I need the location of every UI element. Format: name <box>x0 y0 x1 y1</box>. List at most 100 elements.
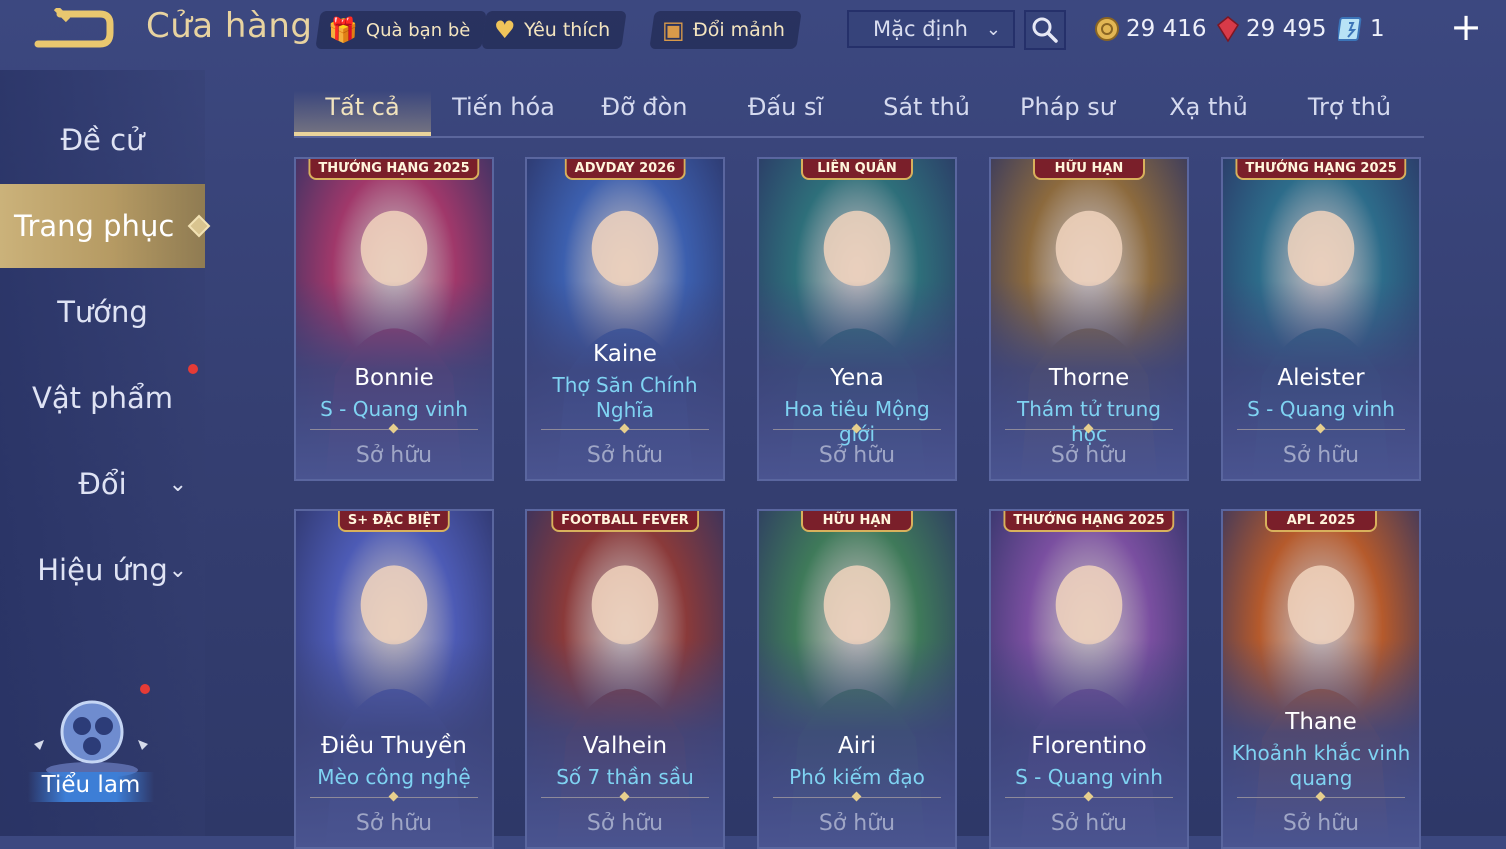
search-button[interactable] <box>1024 10 1066 50</box>
ticket-balance: 1 <box>1338 12 1385 46</box>
hero-name: Thorne <box>1048 365 1130 391</box>
sort-value: Mặc định <box>873 17 968 41</box>
sidebar-item-exchange[interactable]: Đổi ⌄ <box>0 442 205 526</box>
tab-tank[interactable]: Đỡ đòn <box>576 80 713 134</box>
card-divider <box>1237 429 1405 430</box>
tab-fighter[interactable]: Đấu sĩ <box>717 80 854 134</box>
sidebar-item-label: Tướng <box>57 295 148 329</box>
skin-tier-badge: ADVDAY 2026 <box>564 159 686 180</box>
tab-assassin[interactable]: Sát thủ <box>858 80 995 134</box>
tab-evolve[interactable]: Tiến hóa <box>435 80 572 134</box>
skin-name: Phó kiếm đạo <box>789 765 925 789</box>
tieu-lam-label: Tiểu lam <box>28 772 154 802</box>
friend-gift-button[interactable]: 🎁 Quà bạn bè <box>315 11 487 49</box>
owned-status: Sở hữu <box>818 443 896 468</box>
voucher-amount: 29 495 <box>1246 16 1327 42</box>
owned-status: Sở hữu <box>355 811 433 836</box>
skin-name: Số 7 thần sầu <box>556 765 694 789</box>
owned-status: Sở hữu <box>355 443 433 468</box>
hero-name: Florentino <box>1031 733 1147 759</box>
card-divider <box>541 797 709 798</box>
skin-card[interactable]: S+ ĐẶC BIỆT Điêu Thuyền Mèo công nghệ Sở hữ… <box>294 509 494 849</box>
card-divider <box>1005 429 1173 430</box>
heart-icon: ♥ <box>494 16 516 44</box>
sidebar-item-heroes[interactable]: Tướng <box>0 270 205 354</box>
gold-coin-icon <box>1095 17 1119 41</box>
ticket-amount: 1 <box>1370 16 1385 42</box>
skin-tier-badge: FOOTBALL FEVER <box>551 511 699 532</box>
sidebar-item-effects[interactable]: Hiệu ứng ⌄ <box>0 528 205 612</box>
skin-card[interactable]: FOOTBALL FEVER Valhein Số 7 thần sầu Sở hữu <box>525 509 725 849</box>
card-divider <box>1005 797 1173 798</box>
tab-support[interactable]: Trợ thủ <box>1281 80 1418 134</box>
skin-name: Mèo công nghệ <box>317 765 471 789</box>
hero-name: Valhein <box>582 733 668 759</box>
blue-orb-icon <box>34 700 148 778</box>
skin-name: S - Quang vinh <box>320 397 468 421</box>
top-bar: Cửa hàng 🎁 Quà bạn bè ♥ Yêu thích ▣ Đổi … <box>0 0 1506 62</box>
red-gem-icon <box>1217 16 1239 43</box>
favorite-label: Yêu thích <box>523 19 610 41</box>
skin-tier-badge: HỮU HẠN <box>801 511 913 532</box>
shard-chest-icon: ▣ <box>662 16 685 44</box>
sidebar-item-label: Đổi <box>78 467 127 501</box>
card-divider <box>773 429 941 430</box>
sort-dropdown[interactable]: Mặc định ⌄ <box>847 10 1015 48</box>
skin-card[interactable]: THƯỞNG HẠNG 2025 Florentino S - Quang vinh… <box>989 509 1189 849</box>
voucher-balance: 29 495 <box>1216 12 1326 46</box>
skin-card[interactable]: LIÊN QUÂN Yena Hoa tiêu Mộng giới Sở hữu <box>757 157 957 481</box>
favorite-button[interactable]: ♥ Yêu thích <box>481 11 627 49</box>
owned-status: Sở hữu <box>586 443 664 468</box>
chevron-down-icon: ⌄ <box>168 557 187 583</box>
card-divider <box>541 429 709 430</box>
skin-card[interactable]: THƯỞNG HẠNG 2025 Aleister S - Quang vinh Sở… <box>1221 157 1421 481</box>
skin-card[interactable]: THƯỞNG HẠNG 2025 Bonnie S - Quang vinh Sở h… <box>294 157 494 481</box>
tab-mage[interactable]: Pháp sư <box>999 80 1136 134</box>
owned-status: Sở hữu <box>586 811 664 836</box>
sidebar-item-label: Đề cử <box>60 123 145 157</box>
sidebar-item-items[interactable]: Vật phẩm <box>0 356 205 440</box>
hero-name: Aleister <box>1277 365 1365 391</box>
add-currency-button[interactable]: + <box>1447 8 1485 48</box>
tab-marksman[interactable]: Xạ thủ <box>1140 80 1277 134</box>
owned-status: Sở hữu <box>1282 443 1360 468</box>
blue-ticket-icon <box>1338 17 1362 41</box>
skin-tier-badge: APL 2025 <box>1265 511 1377 532</box>
exchange-shard-button[interactable]: ▣ Đổi mảnh <box>649 11 802 49</box>
tab-all[interactable]: Tất cả <box>294 80 431 136</box>
skin-name: Thợ Săn Chính Nghĩa <box>552 373 698 422</box>
gold-amount: 29 416 <box>1126 16 1207 42</box>
skin-tier-badge: THƯỞNG HẠNG 2025 <box>308 159 480 180</box>
sidebar-item-label: Hiệu ứng <box>37 553 168 587</box>
exchange-shard-label: Đổi mảnh <box>692 19 785 41</box>
category-tabs: Tất cả Tiến hóa Đỡ đòn Đấu sĩ Sát thủ Ph… <box>294 80 1424 138</box>
hero-name: Thane <box>1285 709 1357 735</box>
card-divider <box>773 797 941 798</box>
skin-tier-badge: LIÊN QUÂN <box>801 159 913 180</box>
skin-tier-badge: S+ ĐẶC BIỆT <box>337 511 451 532</box>
owned-status: Sở hữu <box>1050 811 1128 836</box>
chevron-down-icon: ⌄ <box>168 471 187 497</box>
skin-name: S - Quang vinh <box>1015 765 1163 789</box>
skin-card[interactable]: APL 2025 Thane Khoảnh khắc vinh quang Sở hữ… <box>1221 509 1421 849</box>
gift-icon: 🎁 <box>328 16 358 44</box>
card-divider <box>310 429 478 430</box>
sidebar-item-recommended[interactable]: Đề cử <box>0 98 205 182</box>
back-button[interactable] <box>34 5 114 50</box>
chevron-down-icon: ⌄ <box>985 18 1001 40</box>
gold-balance: 29 416 <box>1094 12 1206 46</box>
skin-name: Hoa tiêu Mộng giới <box>784 397 930 446</box>
owned-status: Sở hữu <box>1282 811 1360 836</box>
skin-card[interactable]: HỮU HẠN Thorne Thám tử trung học Sở hữu <box>989 157 1189 481</box>
skin-card[interactable]: HỮU HẠN Airi Phó kiếm đạo Sở hữu <box>757 509 957 849</box>
back-arrow-icon <box>34 5 114 48</box>
card-divider <box>310 797 478 798</box>
sidebar-item-skins[interactable]: Trang phục <box>0 184 205 268</box>
hero-name: Kaine <box>593 341 657 367</box>
skin-tier-badge: HỮU HẠN <box>1033 159 1145 180</box>
skin-tier-badge: THƯỞNG HẠNG 2025 <box>1235 159 1407 180</box>
owned-status: Sở hữu <box>1050 443 1128 468</box>
notification-dot <box>188 364 198 374</box>
card-divider <box>1237 797 1405 798</box>
skin-card[interactable]: ADVDAY 2026 Kaine Thợ Săn Chính Nghĩa Sở hữ… <box>525 157 725 481</box>
